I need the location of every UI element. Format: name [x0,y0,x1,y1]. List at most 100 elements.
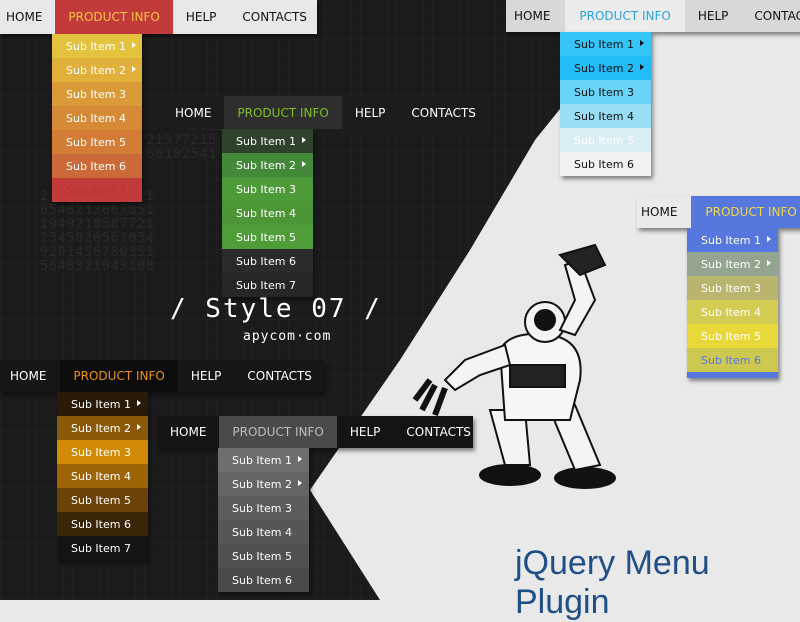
submenu-item[interactable]: Sub Item 4 [57,464,148,488]
submenu-item[interactable]: Sub Item 6 [560,152,651,176]
submenu-item[interactable]: Sub Item 1 [560,32,651,56]
triangle-right-icon [640,64,644,70]
nav-contacts[interactable]: CONTACTS [229,0,317,34]
submenu-item[interactable]: Sub Item 1 [222,129,313,153]
submenu-item[interactable]: Sub Item 7 [57,536,148,560]
submenu-item[interactable]: Sub Item 2 [57,416,148,440]
submenu-item-label: Sub Item 1 [232,453,292,467]
submenu-item-label: Sub Item 4 [232,525,292,539]
triangle-right-icon [302,161,306,167]
nav-contacts[interactable]: CONTACTS [398,96,489,129]
submenu-item[interactable]: Sub Item 4 [52,106,142,130]
submenu-item[interactable]: Sub Item 6 [52,154,142,178]
submenu-item[interactable]: Sub Item 2 [52,58,142,82]
nav-contacts[interactable]: CONTACTS [234,360,324,392]
submenu-item[interactable]: Sub Item 5 [57,488,148,512]
nav-product-info[interactable]: PRODUCT INFO [565,0,685,32]
nav-help[interactable]: HELP [337,416,394,448]
submenu-item-label: Sub Item 2 [71,421,131,435]
submenu-item[interactable]: Sub Item 2 [218,472,309,496]
submenu-item[interactable]: Sub Item 7 [52,178,142,202]
submenu-item-label: Sub Item 1 [574,37,634,51]
submenu-item[interactable]: Sub Item 6 [222,249,313,273]
triangle-right-icon [298,456,302,462]
nav-home[interactable]: HOME [0,360,60,392]
submenu-item-label: Sub Item 5 [236,230,296,244]
nav-help[interactable]: HELP [685,0,742,32]
submenu-item-label: Sub Item 1 [236,134,296,148]
nav-product-info[interactable]: PRODUCT INFO [691,196,800,228]
submenu-item[interactable]: Sub Item 4 [222,201,313,225]
nav-contacts[interactable]: CONTACTS [741,0,800,32]
submenu-red: Sub Item 1 Sub Item 2 Sub Item 3 Sub Item 4… [52,34,142,202]
nav-home[interactable]: HOME [162,96,224,129]
submenu-item[interactable]: Sub Item 2 [222,153,313,177]
submenu-item[interactable]: Sub Item 5 [52,130,142,154]
submenu-item-label: Sub Item 4 [66,111,126,125]
submenu-item[interactable]: Sub Item 5 [218,544,309,568]
plugin-title: jQuery Menu Plugin [515,544,710,621]
submenu-item[interactable]: Sub Item 1 [687,228,778,252]
submenu-item-label: Sub Item 4 [701,305,761,319]
submenu-item[interactable]: Sub Item 1 [52,34,142,58]
triangle-right-icon [298,480,302,486]
submenu-item-label: Sub Item 5 [701,329,761,343]
nav-help[interactable]: HELP [173,0,230,34]
nav-contacts[interactable]: CONTACTS [393,416,473,448]
submenu-item-label: Sub Item 3 [701,281,761,295]
submenu-item[interactable]: Sub Item 2 [560,56,651,80]
menu-gray: HOME PRODUCT INFO HELP CONTACTS [157,416,473,448]
submenu-item-label: Sub Item 2 [701,257,761,271]
menu-red: HOME PRODUCT INFO HELP CONTACTS [0,0,317,34]
submenu-item[interactable]: Sub Item 5 [560,128,651,152]
menu-green: HOME PRODUCT INFO HELP CONTACTS [162,96,489,129]
submenu-item[interactable]: Sub Item 4 [218,520,309,544]
submenu-item[interactable]: Sub Item 3 [52,82,142,106]
nav-product-info[interactable]: PRODUCT INFO [224,96,342,129]
site-link[interactable]: apycom·com [243,329,331,344]
submenu-item[interactable]: Sub Item 3 [222,177,313,201]
submenu-item-label: Sub Item 1 [71,397,131,411]
submenu-item-label: Sub Item 6 [232,573,292,587]
submenu-item[interactable]: Sub Item 6 [687,348,778,372]
submenu-item-label: Sub Item 2 [574,61,634,75]
submenu-item-label: Sub Item 5 [574,133,634,147]
submenu-item-label: Sub Item 7 [236,278,296,292]
submenu-item[interactable]: Sub Item 5 [687,324,778,348]
submenu-item-label: Sub Item 6 [66,159,126,173]
submenu-item[interactable]: Sub Item 1 [57,392,148,416]
submenu-item[interactable]: Sub Item 5 [222,225,313,249]
submenu-item-label: Sub Item 4 [236,206,296,220]
submenu-item[interactable]: Sub Item 3 [687,276,778,300]
nav-home[interactable]: HOME [637,196,691,228]
submenu-item-label: Sub Item 3 [232,501,292,515]
nav-product-info[interactable]: PRODUCT INFO [219,416,337,448]
submenu-item-label: Sub Item 3 [574,85,634,99]
triangle-right-icon [132,66,136,72]
submenu-item-label: Sub Item 1 [66,39,126,53]
submenu-item-label: Sub Item 4 [574,109,634,123]
submenu-item[interactable]: Sub Item 2 [687,252,778,276]
submenu-item[interactable]: Sub Item 4 [687,300,778,324]
submenu-item[interactable]: Sub Item 3 [560,80,651,104]
nav-product-info[interactable]: PRODUCT INFO [55,0,173,34]
triangle-right-icon [640,40,644,46]
nav-home[interactable]: HOME [157,416,219,448]
nav-home[interactable]: HOME [506,0,565,32]
submenu-item[interactable]: Sub Item 3 [218,496,309,520]
submenu-item[interactable]: Sub Item 4 [560,104,651,128]
submenu-item-label: Sub Item 7 [66,183,126,197]
submenu-item[interactable]: Sub Item 1 [218,448,309,472]
submenu-item-label: Sub Item 7 [71,541,131,555]
robot-image [412,243,616,489]
submenu-item[interactable]: Sub Item 6 [57,512,148,536]
nav-home[interactable]: HOME [0,0,55,34]
nav-help[interactable]: HELP [342,96,399,129]
nav-help[interactable]: HELP [178,360,235,392]
submenu-item-label: Sub Item 6 [701,353,761,367]
submenu-item[interactable]: Sub Item 3 [57,440,148,464]
submenu-item-label: Sub Item 1 [701,233,761,247]
submenu-item-label: Sub Item 2 [236,158,296,172]
nav-product-info[interactable]: PRODUCT INFO [60,360,178,392]
submenu-item[interactable]: Sub Item 6 [218,568,309,592]
